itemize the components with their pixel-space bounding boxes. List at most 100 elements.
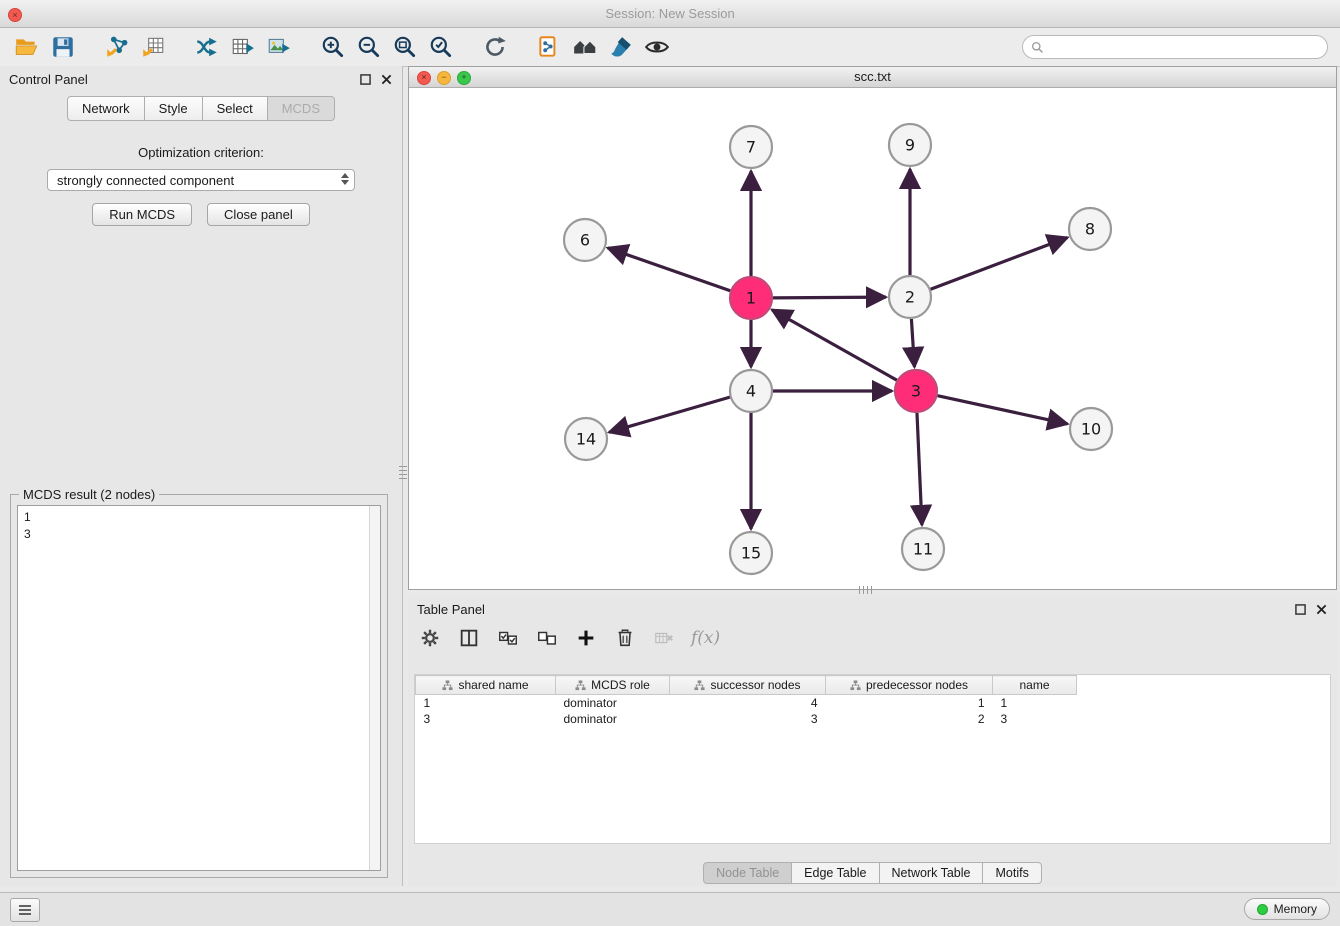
tab-select[interactable]: Select [203,96,268,121]
graph-node-14[interactable]: 14 [565,418,607,460]
delete-row-icon[interactable] [613,626,637,650]
delete-column-icon-disabled [652,626,676,650]
task-history-button[interactable] [10,898,40,922]
graph-node-2[interactable]: 2 [889,276,931,318]
graph-edge-1-2[interactable] [773,297,886,298]
import-table-icon[interactable] [138,32,168,62]
run-mcds-button[interactable]: Run MCDS [92,203,192,226]
save-session-icon[interactable] [48,32,78,62]
mcds-result-item[interactable]: 1 [24,509,374,526]
network-zoom-button[interactable]: + [457,71,471,85]
cell-name[interactable]: 1 [993,695,1077,712]
graph-edge-1-6[interactable] [608,248,731,291]
mcds-result-item[interactable]: 3 [24,526,374,543]
home-icon[interactable] [570,32,600,62]
table-settings-gear-icon[interactable] [418,626,442,650]
column-header-shared-name[interactable]: shared name [416,676,556,695]
show-hide-icon[interactable] [642,32,672,62]
cell-shared-name[interactable]: 3 [416,711,556,727]
column-header-predecessor-nodes[interactable]: predecessor nodes [826,676,993,695]
tab-network-table[interactable]: Network Table [880,862,984,884]
graph-node-10[interactable]: 10 [1070,408,1112,450]
tab-style[interactable]: Style [145,96,203,121]
control-panel: Control Panel Network Style Select MCDS … [0,66,403,886]
graph-node-3[interactable]: 3 [895,370,937,412]
svg-text:4: 4 [746,382,756,401]
zoom-selected-icon[interactable] [426,32,456,62]
zoom-fit-icon[interactable] [390,32,420,62]
import-network-icon[interactable] [102,32,132,62]
svg-text:1: 1 [746,289,756,308]
float-panel-icon[interactable] [358,72,372,86]
export-image-icon[interactable] [264,32,294,62]
svg-text:8: 8 [1085,220,1095,239]
control-panel-tabs: Network Style Select MCDS [0,96,402,121]
graph-node-15[interactable]: 15 [730,532,772,574]
network-close-button[interactable]: × [417,71,431,85]
vertical-splitter-handle[interactable] [399,466,407,481]
graph-node-8[interactable]: 8 [1069,208,1111,250]
select-all-icon[interactable] [496,626,520,650]
memory-status-dot [1257,904,1268,915]
table-close-panel-icon[interactable] [1314,602,1328,616]
tab-node-table[interactable]: Node Table [703,862,792,884]
graph-edge-3-1[interactable] [772,310,897,380]
criterion-select[interactable]: strongly connected component [47,169,355,191]
graph-edge-2-8[interactable] [931,237,1068,289]
hierarchy-icon [575,680,586,691]
zoom-in-icon[interactable] [318,32,348,62]
graph-node-1[interactable]: 1 [730,277,772,319]
memory-button[interactable]: Memory [1244,898,1330,920]
cell-mcds-role[interactable]: dominator [556,711,670,727]
window-close-button[interactable]: × [8,8,22,22]
refresh-icon[interactable] [480,32,510,62]
search-input[interactable] [1049,39,1319,55]
export-network-icon[interactable] [192,32,222,62]
add-row-icon[interactable] [574,626,598,650]
mcds-result-list[interactable]: 1 3 [17,505,381,871]
horizontal-splitter-handle[interactable] [859,586,874,594]
export-table-icon[interactable] [228,32,258,62]
table-float-panel-icon[interactable] [1293,602,1307,616]
graph-node-9[interactable]: 9 [889,124,931,166]
tab-network[interactable]: Network [67,96,145,121]
tab-motifs[interactable]: Motifs [983,862,1041,884]
graph-node-11[interactable]: 11 [902,528,944,570]
result-scrollbar[interactable] [369,506,380,870]
graph-edge-4-14[interactable] [609,397,730,432]
cell-successor-nodes[interactable]: 3 [670,711,826,727]
cell-predecessor-nodes[interactable]: 2 [826,711,993,727]
graph-edge-3-10[interactable] [937,396,1067,424]
table-row[interactable]: 3 dominator 3 2 3 [416,711,1077,727]
network-window-title: scc.txt [409,67,1336,87]
network-minimize-button[interactable]: − [437,71,451,85]
cell-predecessor-nodes[interactable]: 1 [826,695,993,712]
graph-node-4[interactable]: 4 [730,370,772,412]
show-columns-icon[interactable] [457,626,481,650]
close-panel-icon[interactable] [379,72,393,86]
apply-style-icon[interactable] [606,32,636,62]
cell-mcds-role[interactable]: dominator [556,695,670,712]
close-panel-button[interactable]: Close panel [207,203,310,226]
zoom-out-icon[interactable] [354,32,384,62]
column-header-successor-nodes[interactable]: successor nodes [670,676,826,695]
graph-edge-3-11[interactable] [917,413,922,525]
tab-mcds[interactable]: MCDS [268,96,335,121]
open-document-icon[interactable] [534,32,564,62]
network-canvas[interactable]: 7 9 6 8 1 2 4 3 14 10 15 11 [409,88,1336,589]
svg-text:7: 7 [746,138,756,157]
column-header-name[interactable]: name [993,676,1077,695]
deselect-all-icon[interactable] [535,626,559,650]
tab-edge-table[interactable]: Edge Table [792,862,879,884]
graph-node-7[interactable]: 7 [730,126,772,168]
column-header-mcds-role[interactable]: MCDS role [556,676,670,695]
table-panel-header: Table Panel [408,596,1337,622]
open-session-icon[interactable] [12,32,42,62]
cell-successor-nodes[interactable]: 4 [670,695,826,712]
table-row[interactable]: 1 dominator 4 1 1 [416,695,1077,712]
graph-node-6[interactable]: 6 [564,219,606,261]
search-box [1022,35,1328,59]
cell-shared-name[interactable]: 1 [416,695,556,712]
graph-edge-2-3[interactable] [911,319,914,367]
cell-name[interactable]: 3 [993,711,1077,727]
